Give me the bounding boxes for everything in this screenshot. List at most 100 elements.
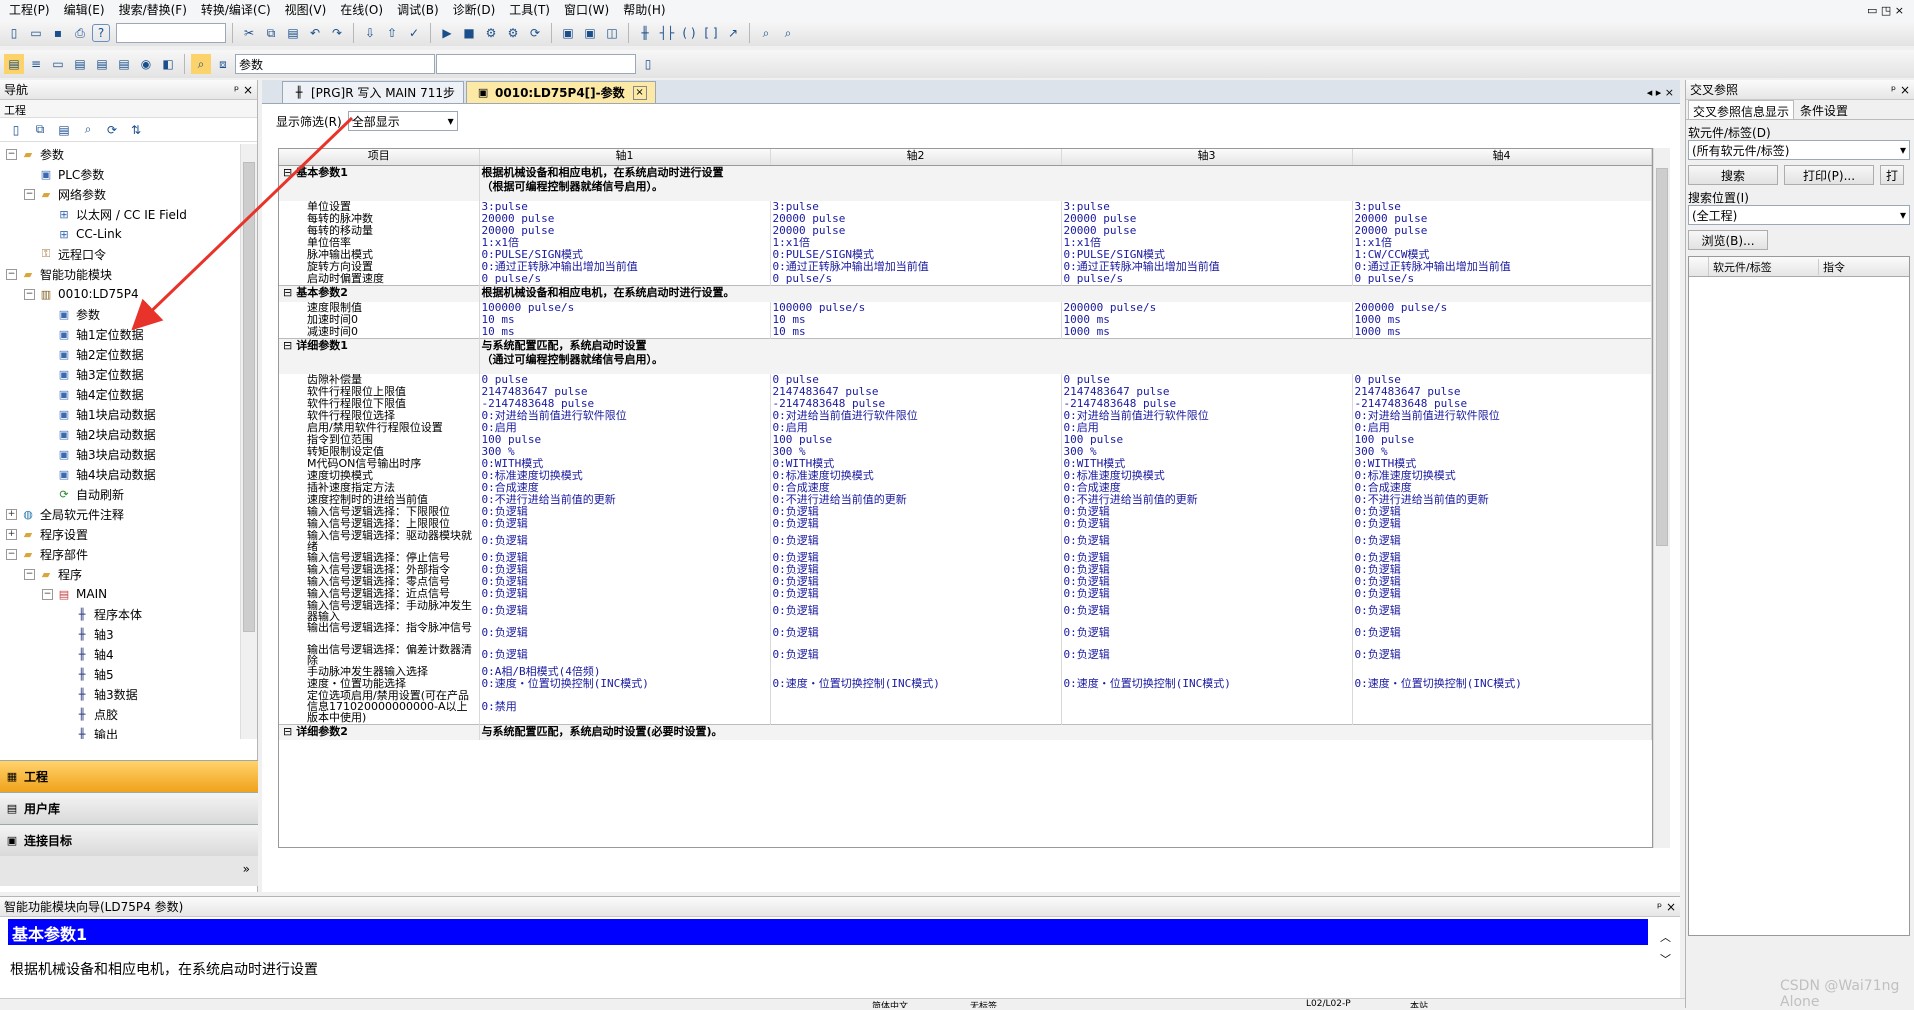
parameter-value-axis1[interactable]: 100000 pulse/s [479, 301, 771, 314]
device-list-icon[interactable]: ▤ [70, 54, 90, 74]
parameter-value-axis4[interactable]: 1:CW/CCW模式 [1352, 249, 1652, 261]
menu-item-4[interactable]: 视图(V) [278, 0, 334, 20]
parameter-value-axis2[interactable]: 0:负逻辑 [770, 622, 1062, 644]
parameter-value-axis2[interactable] [770, 690, 1062, 724]
parameter-value-axis2[interactable]: 0:不进行进给当前值的更新 [770, 494, 1062, 506]
parameter-value-axis3[interactable]: 1:x1倍 [1061, 237, 1353, 249]
monitor-start-icon[interactable]: ▶ [437, 23, 457, 43]
parameter-value-axis4[interactable]: 1:x1倍 [1352, 237, 1652, 249]
parameter-value-axis1[interactable]: 0:PULSE/SIGN模式 [479, 249, 771, 261]
tree-item[interactable]: ╫ 轴3 [2, 624, 240, 644]
parameter-value-axis3[interactable]: 0:负逻辑 [1061, 600, 1353, 622]
ladder-icon[interactable]: ╫ [635, 23, 655, 43]
print-button-2[interactable]: 打 [1880, 165, 1904, 185]
parameter-value-axis3[interactable]: 0:通过正转脉冲输出增加当前值 [1061, 261, 1353, 273]
parameter-value-axis1[interactable]: 0:负逻辑 [479, 576, 771, 588]
nav-more-icon[interactable]: » [0, 856, 258, 886]
parameter-value-axis3[interactable]: 300 % [1061, 446, 1353, 458]
properties-icon[interactable]: ≡ [26, 54, 46, 74]
parameter-value-axis1[interactable]: 0:负逻辑 [479, 552, 771, 564]
tree-item[interactable]: − ▰ 程序 [2, 564, 240, 584]
parameter-value-axis1[interactable]: 0:合成速度 [479, 482, 771, 494]
monitor-stop-icon[interactable]: ■ [459, 23, 479, 43]
parameter-value-axis3[interactable]: 0:标准速度切换模式 [1061, 470, 1353, 482]
parameter-value-axis1[interactable]: 0:启用 [479, 422, 771, 434]
nav-prop-icon[interactable]: ▤ [54, 120, 74, 140]
collapse-icon[interactable]: ⊟ [283, 339, 292, 352]
parameter-value-axis3[interactable] [1061, 666, 1353, 678]
menu-item-5[interactable]: 在线(O) [333, 0, 390, 20]
save-icon[interactable]: ▪ [48, 23, 68, 43]
print-button[interactable]: 打印(P)... [1784, 165, 1874, 185]
parameter-value-axis3[interactable]: 0:PULSE/SIGN模式 [1061, 249, 1353, 261]
parameter-value-axis4[interactable]: 0:负逻辑 [1352, 576, 1652, 588]
search-jump-icon[interactable]: ⌕ [191, 54, 211, 74]
parameter-value-axis2[interactable]: 2147483647 pulse [770, 386, 1062, 398]
tree-item[interactable]: − ▥ 0010:LD75P4 [2, 284, 240, 304]
parameter-value-axis3[interactable] [1061, 690, 1353, 724]
help-search-combo[interactable] [116, 23, 226, 43]
parameter-value-axis4[interactable]: 0:负逻辑 [1352, 552, 1652, 564]
category-row[interactable]: ⊟ 基本参数1 根据机械设备和相应电机，在系统启动时进行设置 （根据可编程控制器就绪… [279, 164, 1652, 201]
parameter-value-axis2[interactable]: 20000 pulse [770, 225, 1062, 237]
new-file-icon[interactable]: ▯ [4, 23, 24, 43]
parameter-value-axis2[interactable]: 0:合成速度 [770, 482, 1062, 494]
cross-ref-icon[interactable]: ▤ [92, 54, 112, 74]
parameter-value-axis1[interactable]: 0:对进给当前值进行软件限位 [479, 410, 771, 422]
diag-icon[interactable]: ▣ [558, 23, 578, 43]
category-row[interactable]: ⊟ 详细参数2 与系统配置匹配，系统启动时设置(必要时设置)。 [279, 723, 1652, 740]
parameter-value-axis4[interactable]: 20000 pulse [1352, 225, 1652, 237]
tree-item[interactable]: ╫ 输出 [2, 724, 240, 740]
parameter-value-axis2[interactable]: 0:速度・位置切换控制(INC模式) [770, 678, 1062, 690]
device-test-icon[interactable]: ▣ [580, 23, 600, 43]
parameter-value-axis3[interactable]: 0:负逻辑 [1061, 576, 1353, 588]
parameter-value-axis1[interactable]: 3:pulse [479, 201, 771, 213]
parameter-value-axis2[interactable]: 0:启用 [770, 422, 1062, 434]
parameter-value-axis4[interactable]: 0:合成速度 [1352, 482, 1652, 494]
tree-expand-icon[interactable]: − [6, 148, 17, 160]
parameter-value-axis2[interactable]: 0:负逻辑 [770, 552, 1062, 564]
tree-item[interactable]: ▣ 轴4定位数据 [2, 384, 240, 404]
collapse-icon[interactable]: ⊟ [283, 287, 292, 300]
jump-icon[interactable]: ↗ [723, 23, 743, 43]
category-row[interactable]: ⊟ 详细参数1 与系统配置匹配，系统启动时设置 （通过可编程控制器就绪信号启用）。 [279, 337, 1652, 374]
nav-button-project[interactable]: ▦ 工程 [0, 760, 258, 792]
func-icon[interactable]: [ ] [701, 23, 721, 43]
parameter-value-axis2[interactable]: 0:负逻辑 [770, 564, 1062, 576]
collapse-icon[interactable]: ⊟ [283, 725, 292, 738]
nav-find-icon[interactable]: ⌕ [78, 120, 98, 140]
copy-icon[interactable]: ⧉ [261, 23, 281, 43]
project-tree[interactable]: − ▰ 参数 ▣ PLC参数 − ▰ 网络参数 ⊞ 以太网 / CC IE Field ⊞ CC-Li… [0, 144, 240, 739]
parameter-value-axis1[interactable]: 0:负逻辑 [479, 600, 771, 622]
parameter-value-axis3[interactable]: 20000 pulse [1061, 213, 1353, 225]
parameter-value-axis1[interactable]: 0:负逻辑 [479, 644, 771, 666]
tree-item[interactable]: ▣ 轴2定位数据 [2, 344, 240, 364]
menu-item-10[interactable]: 帮助(H) [616, 0, 672, 20]
parameter-value-axis4[interactable]: 0:负逻辑 [1352, 530, 1652, 552]
tree-item[interactable]: − ▰ 参数 [2, 144, 240, 164]
tree-item[interactable]: ⊞ 以太网 / CC IE Field [2, 204, 240, 224]
tree-item[interactable]: ▣ 轴3块启动数据 [2, 444, 240, 464]
parameter-value-axis4[interactable]: 1000 ms [1352, 325, 1652, 338]
parameter-value-axis1[interactable]: 20000 pulse [479, 213, 771, 225]
menu-item-3[interactable]: 转换/编译(C) [194, 0, 278, 20]
zoom-icon[interactable]: ⌕ [756, 23, 776, 43]
convert-icon[interactable]: ⚙ [481, 23, 501, 43]
parameter-value-axis2[interactable]: 0 pulse [770, 374, 1062, 386]
tree-item[interactable]: ▣ 轴3定位数据 [2, 364, 240, 384]
parameter-value-axis3[interactable]: -2147483648 pulse [1061, 398, 1353, 410]
parameter-value-axis2[interactable]: 0:WITH模式 [770, 458, 1062, 470]
parameter-value-axis2[interactable]: 0:通过正转脉冲输出增加当前值 [770, 261, 1062, 273]
parameter-value-axis2[interactable]: 20000 pulse [770, 213, 1062, 225]
tab-nav-arrows-icon[interactable]: ◂ ▸ × [1641, 86, 1680, 103]
parameter-value-axis1[interactable]: 0:通过正转脉冲输出增加当前值 [479, 261, 771, 273]
parameter-value-axis3[interactable]: 0:负逻辑 [1061, 506, 1353, 518]
find-icon[interactable]: ⌕ [778, 23, 798, 43]
tree-item[interactable]: + ◍ 全局软元件注释 [2, 504, 240, 524]
parameter-value-axis2[interactable]: 10 ms [770, 325, 1062, 338]
tree-item[interactable]: ⟳ 自动刷新 [2, 484, 240, 504]
parameter-value-axis2[interactable]: 0:标准速度切换模式 [770, 470, 1062, 482]
parameter-value-axis3[interactable]: 0 pulse [1061, 374, 1353, 386]
parameter-value-axis1[interactable]: 10 ms [479, 313, 771, 326]
tree-item[interactable]: ▣ 轴4块启动数据 [2, 464, 240, 484]
